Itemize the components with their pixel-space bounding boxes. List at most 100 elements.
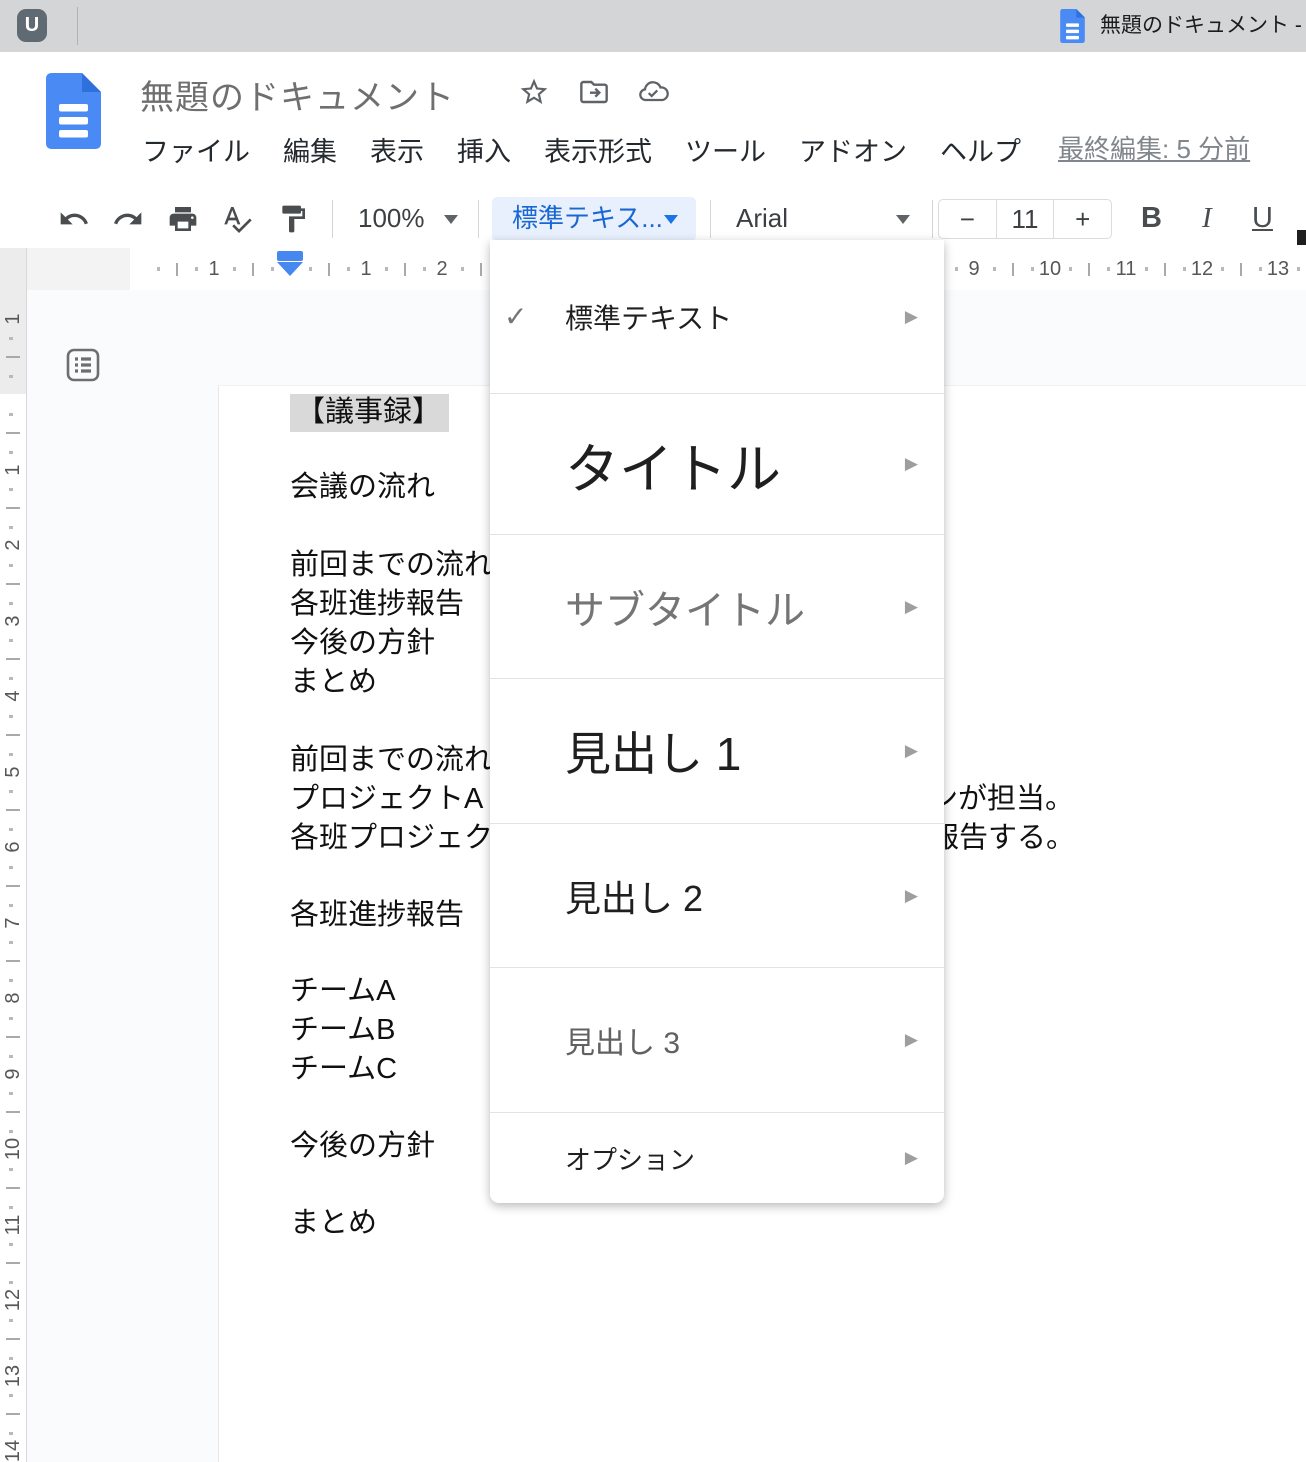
first-line-indent-marker[interactable] (277, 251, 303, 261)
doc-line[interactable]: まとめ (290, 663, 377, 702)
doc-line[interactable]: 会議の流れ (290, 468, 435, 507)
ruler-tick (1221, 267, 1224, 271)
menu-item-6[interactable]: アドオン (799, 130, 907, 169)
ruler-tick (461, 267, 464, 271)
menu-item-1[interactable]: 編集 (283, 130, 337, 169)
menu-item-4[interactable]: 表示形式 (544, 130, 652, 169)
font-caret-icon[interactable] (896, 215, 910, 224)
ruler-number: 8 (2, 985, 24, 1011)
print-icon[interactable] (167, 203, 199, 235)
ruler-tick (328, 263, 330, 276)
doc-line[interactable]: 今後の方針 (290, 1127, 435, 1166)
star-icon[interactable] (518, 76, 550, 113)
ruler-tick (9, 1357, 13, 1360)
ruler-tick (9, 1319, 13, 1322)
ruler-number: 1 (2, 306, 24, 332)
ruler-number: 13 (2, 1363, 24, 1389)
submenu-arrow-icon: ▶ (905, 886, 918, 906)
doc-line[interactable]: プロジェクトA (290, 780, 483, 819)
font-size-increase-button[interactable]: + (1053, 200, 1111, 238)
menu-item-5[interactable]: ツール (685, 130, 766, 169)
ruler-tick (1145, 267, 1148, 271)
left-indent-marker[interactable] (277, 262, 303, 276)
google-docs-logo-icon[interactable] (46, 72, 101, 155)
doc-line[interactable]: 各班進捗報告 (290, 585, 464, 624)
underline-button[interactable]: U (1252, 190, 1273, 248)
ruler-margin-shade (26, 248, 130, 290)
menu-item-7[interactable]: ヘルプ (940, 130, 1021, 169)
style-option-3[interactable]: 見出し 1▶ (490, 678, 944, 823)
zoom-caret-icon[interactable] (444, 215, 458, 224)
doc-line-overflow[interactable]: 報告する。 (943, 819, 1163, 858)
style-option-2[interactable]: サブタイトル▶ (490, 534, 944, 678)
undo-icon[interactable] (58, 203, 90, 235)
move-folder-icon[interactable] (578, 76, 610, 113)
doc-line-overflow[interactable]: ンが担当。 (943, 780, 1163, 819)
redo-icon[interactable] (112, 203, 144, 235)
doc-line[interactable]: チームC (290, 1050, 397, 1089)
doc-line-text: 前回までの流れ (290, 549, 493, 581)
ruler-tick (9, 413, 13, 416)
bold-button[interactable]: B (1141, 190, 1162, 248)
text-color-icon-partial[interactable] (1297, 230, 1306, 245)
toolbar-separator (932, 200, 933, 238)
ruler-number: 2 (436, 248, 447, 290)
zoom-control[interactable]: 100% (358, 190, 425, 248)
doc-line-text: 報告する。 (943, 819, 1075, 858)
doc-line[interactable]: まとめ (290, 1204, 377, 1243)
style-option-4[interactable]: 見出し 2 ▶ (490, 823, 944, 967)
doc-line-text: 各班進捗報告 (290, 899, 464, 931)
paint-format-icon[interactable] (277, 203, 309, 235)
ruler-tick (9, 1168, 13, 1171)
doc-line[interactable]: 【議事録】 (290, 393, 449, 432)
style-option-label: 見出し 3 (565, 1018, 680, 1062)
cloud-saved-icon[interactable] (636, 76, 670, 113)
document-outline-icon[interactable] (66, 348, 100, 382)
doc-line[interactable]: 今後の方針 (290, 624, 435, 663)
doc-line[interactable]: チームA (290, 972, 395, 1011)
ruler-tick (6, 885, 20, 887)
last-edit-link[interactable]: 最終編集: 5 分前 (1058, 129, 1250, 166)
style-option-5[interactable]: 見出し 3 ▶ (490, 967, 944, 1112)
menu-item-0[interactable]: ファイル (142, 130, 250, 169)
doc-line[interactable]: 前回までの流れ (290, 546, 493, 585)
menu-bar: ファイル編集表示挿入表示形式ツールアドオンヘルプ (142, 130, 1021, 169)
doc-line[interactable]: 前回までの流れ (290, 741, 493, 780)
font-size-value[interactable]: 11 (996, 200, 1054, 238)
browser-profile-badge[interactable]: U (17, 9, 47, 42)
ruler-tick (9, 866, 13, 869)
style-option-6[interactable]: オプション▶ (490, 1112, 944, 1203)
ruler-tick (9, 1130, 13, 1133)
ruler-tick (9, 564, 13, 567)
italic-button[interactable]: I (1202, 190, 1212, 248)
submenu-arrow-icon: ▶ (905, 1030, 918, 1050)
ruler-tick (6, 809, 20, 811)
vertical-ruler[interactable]: 11234567891011121314 (0, 290, 27, 1462)
ruler-tick (9, 1394, 13, 1397)
style-option-1[interactable]: タイトル▶ (490, 393, 944, 534)
style-option-label: 標準テキスト (565, 297, 732, 337)
styles-selector[interactable]: 標準テキス... (492, 197, 696, 241)
spellcheck-icon[interactable] (221, 203, 253, 235)
ruler-tick (9, 1092, 13, 1095)
doc-line[interactable]: 各班進捗報告 (290, 896, 464, 935)
ruler-tick (6, 507, 20, 509)
ruler-tick (9, 488, 13, 491)
ruler-tick (404, 263, 406, 276)
doc-line[interactable]: 各班プロジェク (290, 819, 493, 858)
ruler-tick (252, 263, 254, 276)
style-option-0[interactable]: ✓標準テキスト▶ (490, 240, 944, 393)
style-option-label: 見出し 2 (565, 870, 703, 922)
doc-line[interactable]: チームB (290, 1011, 395, 1050)
tab-title[interactable]: 無題のドキュメント - Google ドキュメン (1100, 0, 1306, 52)
document-title[interactable]: 無題のドキュメント (140, 70, 455, 119)
menu-item-2[interactable]: 表示 (370, 130, 424, 169)
ruler-tick (1069, 267, 1072, 271)
ruler-tick (955, 267, 958, 271)
ruler-tick (6, 356, 20, 358)
doc-line-text: チームA (290, 975, 395, 1007)
font-size-decrease-button[interactable]: − (939, 200, 996, 238)
docs-favicon-icon (1060, 9, 1085, 48)
doc-line-text: 各班進捗報告 (290, 588, 464, 620)
menu-item-3[interactable]: 挿入 (457, 130, 511, 169)
